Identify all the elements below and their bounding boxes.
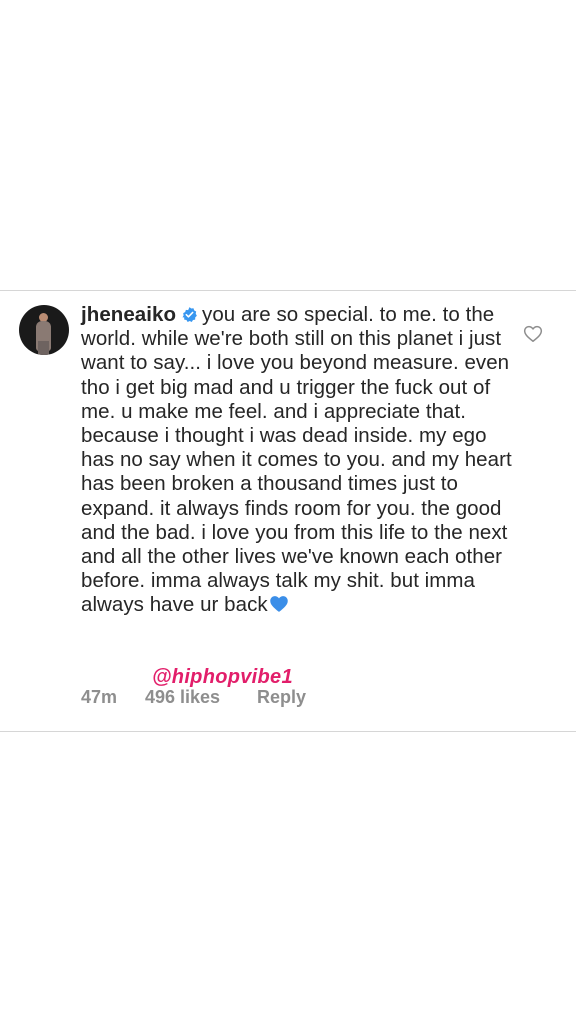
empty-area bbox=[0, 0, 576, 290]
reply-button[interactable]: Reply bbox=[257, 687, 306, 708]
comment-text: you are so special. to me. to the world.… bbox=[81, 303, 512, 617]
comment-body: jheneaiko you are so special. to me. to … bbox=[81, 303, 521, 618]
avatar-figure-legs bbox=[38, 341, 49, 355]
heart-outline-icon[interactable] bbox=[523, 324, 543, 343]
verified-badge-icon bbox=[182, 307, 197, 322]
comment: jheneaiko you are so special. to me. to … bbox=[0, 291, 576, 731]
username[interactable]: jheneaiko bbox=[81, 303, 176, 326]
divider bbox=[0, 731, 576, 732]
blue-heart-icon bbox=[269, 596, 288, 613]
comment-time: 47m bbox=[81, 687, 118, 707]
watermark: @hiphopvibe1 bbox=[152, 666, 293, 688]
likes-count[interactable]: 496 likes bbox=[145, 687, 249, 708]
comment-meta: 47m 496 likes Reply bbox=[81, 687, 306, 708]
avatar[interactable] bbox=[19, 305, 69, 355]
